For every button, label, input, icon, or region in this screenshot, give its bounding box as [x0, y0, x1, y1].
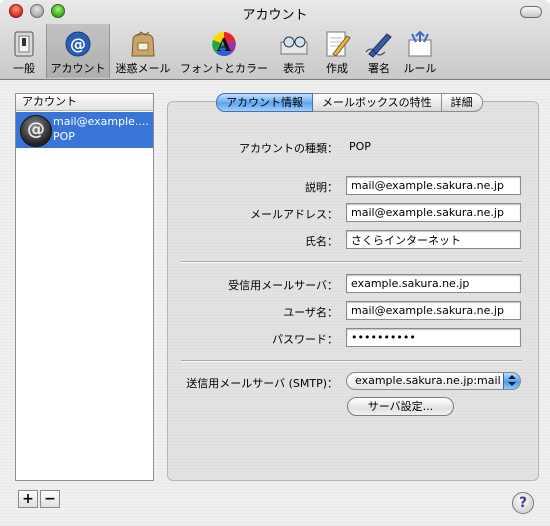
- password-field[interactable]: [346, 328, 521, 347]
- svg-text:@: @: [70, 35, 86, 54]
- chevron-up-down-icon: [503, 373, 520, 389]
- incoming-server-field[interactable]: [346, 274, 521, 293]
- account-list-item[interactable]: @ mail@example.... POP: [16, 112, 153, 148]
- svg-text:A: A: [216, 35, 232, 56]
- toolbar-fonts-colors[interactable]: A フォントとカラー: [178, 24, 270, 78]
- toolbar-rules[interactable]: ルール: [400, 24, 440, 78]
- toolbar-general[interactable]: 一般: [4, 24, 44, 78]
- toolbar-accounts[interactable]: @ アカウント: [46, 24, 110, 78]
- toolbar-composing-label: 作成: [326, 62, 348, 75]
- toolbar-signatures-label: 署名: [368, 62, 390, 75]
- toolbar-composing[interactable]: 作成: [320, 24, 354, 78]
- toolbar-accounts-label: アカウント: [50, 62, 106, 75]
- junk-mail-bag-icon: [131, 31, 155, 57]
- toolbar-general-label: 一般: [13, 62, 35, 75]
- separator: [181, 360, 522, 362]
- font-color-icon: A: [212, 32, 236, 57]
- toolbar-toggle-button[interactable]: [520, 6, 542, 18]
- toolbar-rules-label: ルール: [403, 62, 437, 75]
- password-label: パスワード：: [272, 333, 338, 346]
- window-title: アカウント: [242, 8, 308, 23]
- account-tabs: アカウント情報 メールボックスの特性 詳細: [216, 93, 483, 112]
- description-label: 説明：: [305, 181, 338, 194]
- title-bar: アカウント: [0, 0, 550, 23]
- incoming-server-label: 受信用メールサーバ：: [228, 279, 338, 292]
- full-name-label: 氏名：: [305, 235, 338, 248]
- switch-icon: [14, 31, 34, 57]
- server-settings-button[interactable]: サーバ設定...: [347, 397, 454, 416]
- separator: [181, 261, 522, 263]
- full-name-field[interactable]: [346, 230, 521, 249]
- account-type: POP: [53, 130, 75, 143]
- add-account-button[interactable]: +: [18, 490, 38, 508]
- username-label: ユーザ名：: [283, 306, 338, 319]
- account-type-value: POP: [349, 140, 371, 153]
- at-sign-icon: @: [20, 115, 52, 147]
- preferences-toolbar: 一般 @ アカウント 迷惑メール A フォントとカラー 表示 作成 署名 ルール: [0, 24, 550, 79]
- smtp-server-label: 送信用メールサーバ (SMTP)：: [186, 377, 338, 390]
- email-address-label: メールアドレス：: [250, 208, 338, 221]
- email-address-field[interactable]: [346, 203, 521, 222]
- account-name: mail@example....: [53, 115, 149, 128]
- description-field[interactable]: [346, 176, 521, 195]
- toolbar-junk-mail-label: 迷惑メール: [115, 62, 171, 75]
- rules-arrows-icon: [408, 30, 432, 57]
- toolbar-signatures[interactable]: 署名: [362, 24, 396, 78]
- toolbar-fonts-colors-label: フォントとカラー: [180, 62, 268, 75]
- tab-advanced[interactable]: 詳細: [441, 93, 483, 112]
- window-chrome: アカウント 一般 @ アカウント 迷惑メール A フォントとカラー 表示 作成 …: [0, 0, 550, 80]
- account-type-label: アカウントの種類：: [239, 142, 338, 155]
- remove-account-button[interactable]: −: [40, 490, 60, 508]
- tab-account-info[interactable]: アカウント情報: [216, 93, 313, 112]
- smtp-server-popup[interactable]: example.sakura.ne.jp:mail: [346, 372, 521, 390]
- accounts-list-header: アカウント: [16, 94, 153, 111]
- help-button[interactable]: ?: [512, 492, 534, 514]
- toolbar-junk-mail[interactable]: 迷惑メール: [113, 24, 173, 78]
- viewing-glasses-icon: [280, 36, 308, 55]
- toolbar-viewing[interactable]: 表示: [276, 24, 312, 78]
- at-sign-icon: @: [65, 31, 91, 57]
- preferences-window: アカウント 一般 @ アカウント 迷惑メール A フォントとカラー 表示 作成 …: [0, 0, 550, 526]
- username-field[interactable]: [346, 301, 521, 320]
- accounts-list: アカウント @ mail@example.... POP: [15, 93, 154, 481]
- tab-mailbox-behaviors[interactable]: メールボックスの特性: [313, 93, 442, 112]
- compose-pencil-icon: [326, 31, 351, 57]
- toolbar-viewing-label: 表示: [283, 62, 305, 75]
- signature-pen-icon: [365, 33, 392, 58]
- smtp-server-value: example.sakura.ne.jp:mail: [355, 374, 501, 387]
